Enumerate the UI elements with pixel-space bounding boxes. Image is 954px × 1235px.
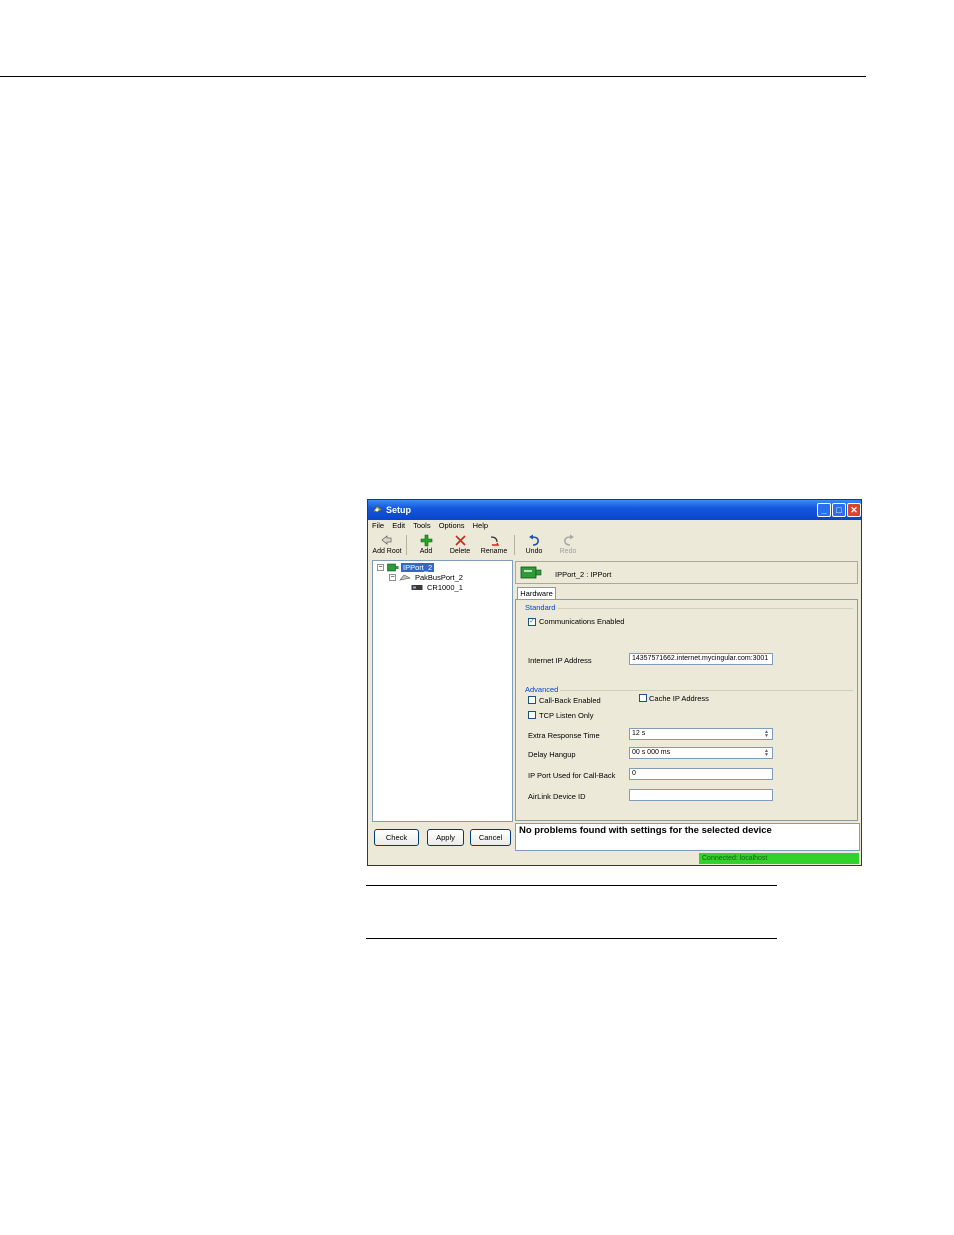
ipport-icon (387, 563, 399, 572)
toolbar-separator (514, 535, 515, 555)
datalogger-icon (411, 585, 423, 590)
rename-label: Rename (480, 548, 508, 555)
standard-group-title: Standard (525, 603, 556, 612)
note-top-rule (366, 885, 777, 886)
tcp-listen-only-label: TCP Listen Only (539, 711, 594, 720)
menu-file[interactable]: File (372, 521, 384, 530)
ip-port-callback-label: IP Port Used for Call-Back (528, 771, 616, 780)
apply-button[interactable]: Apply (427, 829, 464, 846)
validation-message: No problems found with settings for the … (515, 823, 860, 851)
undo-button[interactable]: Undo (517, 532, 551, 558)
cache-ip-address-checkbox[interactable] (639, 694, 647, 702)
cancel-button[interactable]: Cancel (470, 829, 511, 846)
communications-enabled-checkbox[interactable]: ✓ (528, 618, 536, 626)
menu-help[interactable]: Help (473, 521, 488, 530)
delay-hangup-input[interactable]: 00 s 000 ms ▲ ▼ (629, 747, 773, 759)
delay-hangup-label: Delay Hangup (528, 750, 576, 759)
device-tree[interactable]: − IPPort_2 − PakBusPort_2 CR1000_1 (372, 560, 513, 822)
toolbar: Add Root Add Delete Rename Undo Redo (368, 532, 861, 558)
page-header-rule (0, 76, 866, 77)
redo-button[interactable]: Redo (551, 532, 585, 558)
tree-node-label: IPPort_2 (401, 563, 435, 572)
add-root-icon (381, 535, 392, 545)
extra-response-time-label: Extra Response Time (528, 731, 600, 740)
menu-bar: File Edit Tools Options Help (372, 521, 494, 532)
standard-group-line (558, 608, 853, 609)
redo-icon (563, 534, 574, 546)
cache-ip-address-label: Cache IP Address (649, 694, 709, 703)
connection-status: Connected: localhost (699, 853, 859, 864)
add-button[interactable]: Add (409, 532, 443, 558)
status-bar: Connected: localhost (368, 852, 861, 865)
rename-icon (490, 536, 499, 546)
airlink-device-id-label: AirLink Device ID (528, 792, 586, 801)
extra-response-time-value: 12 s (632, 730, 646, 737)
delay-hangup-value: 00 s 000 ms (632, 749, 671, 756)
plus-icon (420, 534, 432, 547)
call-back-enabled-label: Call-Back Enabled (539, 696, 601, 705)
menu-options[interactable]: Options (439, 521, 465, 530)
extra-response-time-spinner[interactable]: ▲ ▼ (762, 730, 771, 739)
close-button[interactable]: ✕ (847, 503, 861, 517)
maximize-button[interactable]: □ (832, 503, 846, 517)
window-title: Setup (386, 505, 412, 515)
extra-response-time-input[interactable]: 12 s ▲ ▼ (629, 728, 773, 740)
tcp-listen-only-checkbox[interactable] (528, 711, 536, 719)
ip-port-callback-input[interactable]: 0 (629, 768, 773, 780)
undo-icon (528, 534, 539, 546)
menu-edit[interactable]: Edit (392, 521, 405, 530)
title-bar[interactable]: Setup _ □ ✕ (368, 500, 861, 520)
hardware-tab-panel: Standard ✓ Communications Enabled Intern… (515, 599, 858, 821)
app-icon (372, 505, 383, 513)
device-header: IPPort_2 : IPPort (515, 561, 858, 584)
check-button[interactable]: Check (374, 829, 419, 846)
undo-label: Undo (525, 548, 543, 555)
advanced-group-line (560, 690, 853, 691)
advanced-group-title: Advanced (525, 685, 559, 694)
spin-down-icon[interactable]: ▼ (764, 733, 769, 739)
communications-enabled-label: Communications Enabled (539, 617, 625, 626)
collapse-icon[interactable]: − (389, 574, 396, 581)
add-root-button[interactable]: Add Root (370, 532, 404, 558)
redo-label: Redo (559, 548, 577, 555)
internet-ip-address-label: Internet IP Address (528, 656, 592, 665)
airlink-device-id-input[interactable] (629, 789, 773, 801)
tree-node-label: PakBusPort_2 (415, 573, 463, 582)
tree-action-buttons: Check Apply Cancel (372, 827, 513, 851)
pakbus-port-icon (399, 574, 411, 581)
delete-button[interactable]: Delete (443, 532, 477, 558)
rename-button[interactable]: Rename (477, 532, 511, 558)
add-label: Add (419, 548, 433, 555)
spin-down-icon[interactable]: ▼ (764, 752, 769, 758)
call-back-enabled-checkbox[interactable] (528, 696, 536, 704)
delete-label: Delete (449, 548, 471, 555)
note-bottom-rule (366, 938, 777, 939)
minimize-button[interactable]: _ (817, 503, 831, 517)
menu-tools[interactable]: Tools (413, 521, 431, 530)
device-name: IPPort_2 : IPPort (555, 570, 612, 579)
setup-window: Setup _ □ ✕ File Edit Tools Options Help… (367, 499, 862, 866)
toolbar-separator (406, 535, 407, 555)
add-root-label: Add Root (372, 548, 402, 555)
internet-ip-address-input[interactable]: 14357571662.internet.mycingular.com:3001 (629, 653, 773, 665)
ipport-device-icon (520, 566, 542, 579)
delay-hangup-spinner[interactable]: ▲ ▼ (762, 749, 771, 758)
collapse-icon[interactable]: − (377, 564, 384, 571)
delete-x-icon (454, 535, 466, 546)
tree-node-label: CR1000_1 (427, 583, 463, 592)
